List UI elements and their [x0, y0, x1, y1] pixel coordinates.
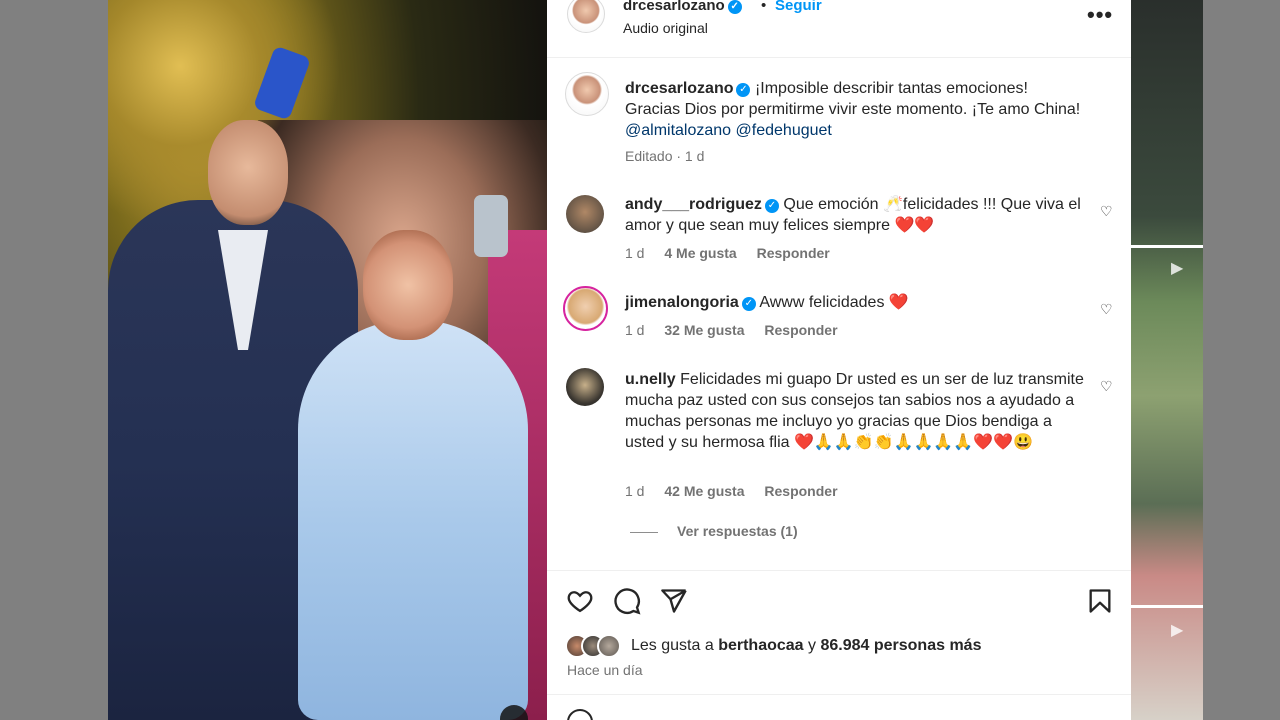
heart-icon[interactable]	[566, 587, 596, 617]
verified-badge-icon: ✓	[741, 297, 756, 311]
verified-badge-icon: ✓	[764, 199, 779, 213]
likes-joiner: y	[808, 637, 817, 654]
comment-time: 1 d	[625, 322, 645, 338]
header-username-text[interactable]: drcesarlozano	[623, 0, 725, 14]
preview-divider	[1131, 605, 1203, 608]
reply-button[interactable]: Responder	[757, 245, 830, 261]
mention-link[interactable]: @almitalozano	[625, 122, 731, 139]
likes-count[interactable]: 86.984 personas más	[820, 637, 981, 654]
post-actions: Les gusta a berthaocaa y 86.984 personas…	[547, 570, 1131, 694]
emoji-icon[interactable]	[567, 709, 593, 720]
comment-meta: 1 d 42 Me gusta Responder	[625, 483, 854, 499]
add-comment-bar	[547, 694, 1131, 720]
caption-username[interactable]: drcesarlozano	[625, 80, 733, 97]
post-panel: drcesarlozano ✓ • Seguir Audio original •…	[547, 0, 1131, 720]
comment-username[interactable]: jimenalongoria	[625, 294, 739, 311]
comment-like-heart-icon[interactable]: ♡	[1100, 301, 1113, 318]
reel-icon: ▶	[1171, 260, 1184, 277]
comment-like-heart-icon[interactable]: ♡	[1100, 378, 1113, 395]
send-icon[interactable]	[660, 587, 690, 617]
replies-divider	[630, 532, 658, 533]
reply-button[interactable]: Responder	[764, 483, 837, 499]
avatar[interactable]	[567, 0, 605, 33]
comment-likes-link[interactable]: 42 Me gusta	[664, 483, 744, 499]
photo-phone	[474, 195, 508, 257]
post-photo	[108, 0, 547, 720]
post-header: drcesarlozano ✓ • Seguir Audio original •…	[547, 0, 1131, 58]
comment-time: 1 d	[625, 483, 645, 499]
header-username[interactable]: drcesarlozano ✓	[623, 0, 742, 14]
liker-avatars[interactable]	[565, 634, 629, 658]
comment-like-heart-icon[interactable]: ♡	[1100, 203, 1113, 220]
comment-text: u.nelly Felicidades mi guapo Dr usted es…	[625, 369, 1085, 453]
avatar[interactable]	[565, 72, 609, 116]
post-timestamp[interactable]: Hace un día	[567, 662, 643, 678]
header-separator: •	[761, 0, 767, 14]
avatar[interactable]	[566, 195, 604, 233]
photo-groom-head	[208, 120, 288, 225]
next-post-preview[interactable]: ▶ ▶	[1131, 0, 1203, 720]
backdrop-left	[0, 0, 108, 720]
reel-icon: ▶	[1171, 622, 1184, 639]
backdrop-right	[1203, 0, 1280, 720]
likes-summary[interactable]: Les gusta a berthaocaa y 86.984 personas…	[631, 637, 981, 655]
comment-meta: 1 d 4 Me gusta Responder	[625, 245, 846, 261]
reply-button[interactable]: Responder	[764, 322, 837, 338]
photo-bride-head	[363, 230, 453, 340]
follow-button[interactable]: Seguir	[775, 0, 822, 14]
preview-divider	[1131, 245, 1203, 248]
avatar	[597, 634, 621, 658]
comment-likes-link[interactable]: 32 Me gusta	[664, 322, 744, 338]
verified-badge-icon: ✓	[727, 0, 742, 14]
caption-meta: Editado · 1 d	[625, 148, 705, 164]
audio-link[interactable]: Audio original	[623, 20, 708, 36]
verified-badge-icon: ✓	[736, 83, 751, 97]
mention-link[interactable]: @fedehuguet	[736, 122, 832, 139]
bookmark-icon[interactable]	[1086, 587, 1116, 617]
comment-body: Awww felicidades ❤️	[759, 294, 909, 311]
view-replies-button[interactable]: Ver respuestas (1)	[677, 523, 798, 539]
comment-body: Felicidades mi guapo Dr usted es un ser …	[625, 371, 1084, 451]
likes-prefix: Les gusta a	[631, 637, 714, 654]
liker-username[interactable]: berthaocaa	[718, 637, 803, 654]
comment-username[interactable]: u.nelly	[625, 371, 676, 388]
comment-likes-link[interactable]: 4 Me gusta	[664, 245, 736, 261]
comment-meta: 1 d 32 Me gusta Responder	[625, 322, 854, 338]
comment-text: andy___rodriguez ✓ Que emoción 🥂felicidad…	[625, 194, 1085, 236]
avatar[interactable]	[566, 368, 604, 406]
more-options-icon[interactable]: •••	[1087, 2, 1113, 28]
avatar[interactable]	[563, 286, 608, 331]
comment-text: jimenalongoria ✓ Awww felicidades ❤️	[625, 292, 1085, 313]
caption-text: drcesarlozano ✓ ¡Imposible describir tant…	[625, 78, 1085, 141]
photo-bride	[298, 320, 528, 720]
comment-icon[interactable]	[613, 587, 643, 617]
comment-username[interactable]: andy___rodriguez	[625, 196, 762, 213]
comment-time: 1 d	[625, 245, 645, 261]
